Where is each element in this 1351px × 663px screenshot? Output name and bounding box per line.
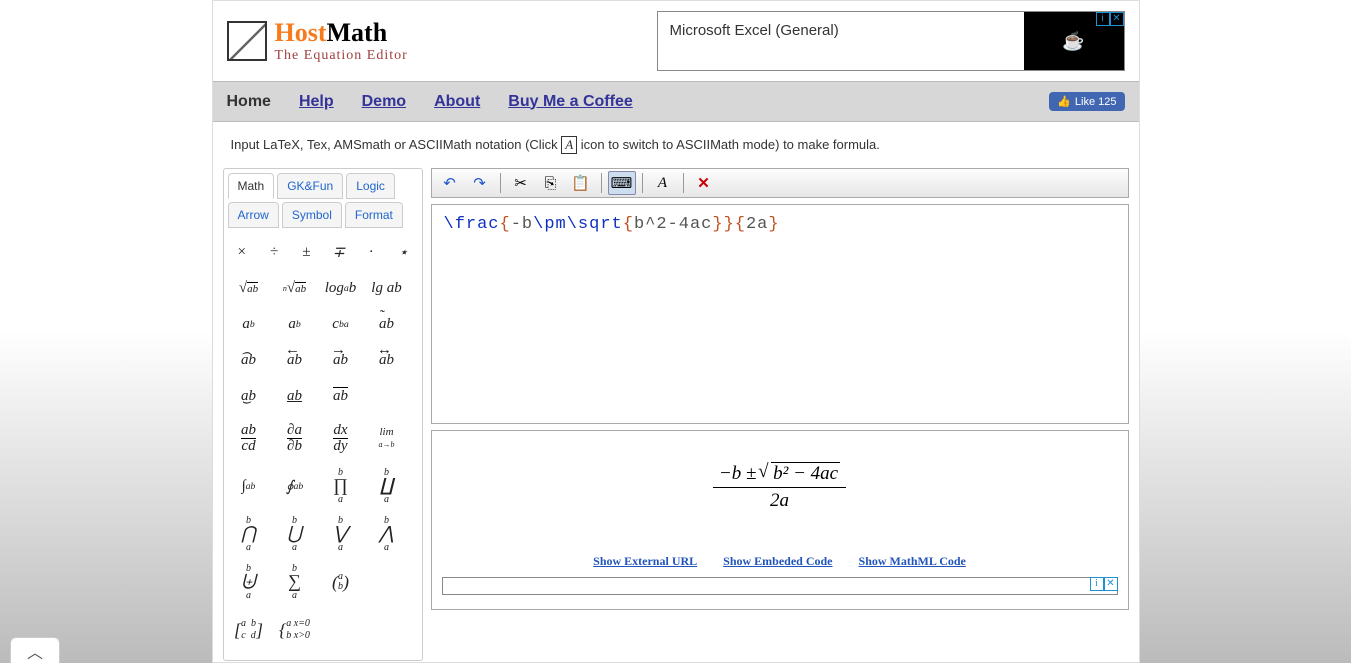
- show-embed-code-link[interactable]: Show Embeded Code: [723, 554, 832, 569]
- palette-symbol[interactable]: b∐a: [366, 464, 408, 508]
- logo-subtitle: The Equation Editor: [275, 48, 408, 64]
- palette-symbol[interactable]: b⋀a: [366, 512, 408, 556]
- cut-button[interactable]: ✂: [507, 171, 535, 195]
- palette-symbol[interactable]: b⋃a: [274, 512, 316, 556]
- show-external-url-link[interactable]: Show External URL: [593, 554, 697, 569]
- palette-symbol[interactable]: ab⌢: [228, 344, 270, 376]
- logo-host: Host: [275, 18, 327, 47]
- palette-symbol[interactable]: logab: [320, 272, 362, 304]
- tab-symbol[interactable]: Symbol: [282, 202, 342, 228]
- palette-symbol[interactable]: dxdy: [320, 416, 362, 460]
- input-mode-button[interactable]: ⌨: [608, 171, 636, 195]
- formula-preview: −b ± b² − 4ac 2a Show External URL Show …: [431, 430, 1129, 610]
- bottom-ad[interactable]: i✕: [442, 577, 1118, 595]
- copy-button[interactable]: ⎘: [537, 171, 565, 195]
- palette-symbol[interactable]: b∑a: [274, 560, 316, 604]
- palette-symbol[interactable]: (ab): [320, 560, 362, 604]
- fb-like-button[interactable]: 👍 Like 125: [1049, 92, 1124, 111]
- palette-symbol[interactable]: abcd: [228, 416, 270, 460]
- palette-symbol[interactable]: lima→b: [366, 416, 408, 460]
- palette-symbol[interactable]: n√ab: [274, 272, 316, 304]
- palette-symbol[interactable]: ∂a∂b: [274, 416, 316, 460]
- nav-home[interactable]: Home: [227, 93, 271, 111]
- palette-symbol[interactable]: cba: [320, 308, 362, 340]
- palette-symbol[interactable]: [366, 380, 408, 412]
- nav-bar: Home Help Demo About Buy Me a Coffee 👍 Li…: [213, 81, 1139, 122]
- ad-controls: i✕: [1096, 12, 1124, 26]
- ad-close-icon[interactable]: ✕: [1110, 12, 1124, 26]
- tab-format[interactable]: Format: [345, 202, 403, 228]
- notice-text: Input LaTeX, Tex, AMSmath or ASCIIMath n…: [213, 122, 1139, 168]
- nav-help[interactable]: Help: [299, 93, 334, 111]
- palette-symbol[interactable]: ·: [357, 236, 385, 268]
- palette-symbol[interactable]: [366, 560, 408, 604]
- logo-math: Math: [327, 18, 388, 47]
- palette-symbol[interactable]: ×: [228, 236, 256, 268]
- thumb-icon: 👍: [1057, 95, 1071, 108]
- palette-symbol[interactable]: √ab: [228, 272, 270, 304]
- palette-symbol[interactable]: [366, 608, 408, 652]
- palette-symbol[interactable]: ⋆: [389, 236, 417, 268]
- palette-symbol[interactable]: ∮ab: [274, 464, 316, 508]
- palette-symbol[interactable]: lg ab: [366, 272, 408, 304]
- palette-symbol[interactable]: ab: [228, 308, 270, 340]
- output-links: Show External URL Show Embeded Code Show…: [593, 554, 966, 569]
- rendered-formula: −b ± b² − 4ac 2a: [713, 461, 846, 514]
- undo-button[interactable]: ↶: [436, 171, 464, 195]
- header: HostMath The Equation Editor Microsoft E…: [213, 1, 1139, 81]
- show-mathml-link[interactable]: Show MathML Code: [859, 554, 966, 569]
- asciimath-mode-icon: A: [561, 136, 577, 154]
- header-ad[interactable]: Microsoft Excel (General) ☕ i✕: [657, 11, 1125, 71]
- ad-close-icon[interactable]: ✕: [1104, 577, 1118, 591]
- palette-symbol[interactable]: ab˜: [366, 308, 408, 340]
- palette-symbol[interactable]: [320, 608, 362, 652]
- nav-coffee[interactable]: Buy Me a Coffee: [508, 93, 632, 111]
- nav-demo[interactable]: Demo: [362, 93, 406, 111]
- logo-icon: [227, 21, 267, 61]
- ad-info-icon[interactable]: i: [1090, 577, 1104, 591]
- latex-input[interactable]: \frac{-b\pm\sqrt{b^2-4ac}}{2a}: [431, 204, 1129, 424]
- tab-logic[interactable]: Logic: [346, 173, 395, 199]
- symbol-palette-panel: Math GK&Fun Logic Arrow Symbol Format ×÷…: [223, 168, 423, 661]
- palette-symbol[interactable]: ∓: [324, 236, 352, 268]
- fb-like-label: Like 125: [1075, 96, 1117, 108]
- tab-arrow[interactable]: Arrow: [228, 202, 279, 228]
- palette-symbol[interactable]: ab: [274, 308, 316, 340]
- palette-symbol[interactable]: ab: [320, 380, 362, 412]
- ad-info-icon[interactable]: i: [1096, 12, 1110, 26]
- palette-symbol[interactable]: ±: [292, 236, 320, 268]
- redo-button[interactable]: ↷: [466, 171, 494, 195]
- palette-symbol[interactable]: b⋁a: [320, 512, 362, 556]
- nav-about[interactable]: About: [434, 93, 480, 111]
- logo[interactable]: HostMath The Equation Editor: [227, 18, 408, 64]
- paste-button[interactable]: 📋: [567, 171, 595, 195]
- palette-symbol[interactable]: ∫ab: [228, 464, 270, 508]
- clear-button[interactable]: ✕: [690, 171, 718, 195]
- palette-symbol[interactable]: b⋂a: [228, 512, 270, 556]
- palette-symbol[interactable]: ab↔: [366, 344, 408, 376]
- asciimath-toggle-button[interactable]: A: [649, 171, 677, 195]
- palette-symbol[interactable]: ÷: [260, 236, 288, 268]
- palette-symbol[interactable]: b⨄a: [228, 560, 270, 604]
- tab-math[interactable]: Math: [228, 173, 275, 199]
- palette-symbol[interactable]: ab⌣: [228, 380, 270, 412]
- scroll-top-button[interactable]: ︿: [10, 637, 60, 663]
- logo-text: HostMath The Equation Editor: [275, 18, 408, 64]
- palette-symbol[interactable]: ab←: [274, 344, 316, 376]
- palette-symbol[interactable]: [a bc d]: [228, 608, 270, 652]
- ad-text: Microsoft Excel (General): [658, 12, 1024, 70]
- palette-symbol[interactable]: ab: [274, 380, 316, 412]
- editor-toolbar: ↶ ↷ ✂ ⎘ 📋 ⌨ A ✕: [431, 168, 1129, 198]
- palette-symbol[interactable]: b∏a: [320, 464, 362, 508]
- palette-grid: ×÷±∓·⋆√abn√ablogablg abababcbaab˜ab⌢ab←a…: [224, 232, 422, 660]
- palette-tabs: Math GK&Fun Logic Arrow Symbol Format: [224, 169, 422, 232]
- palette-symbol[interactable]: {a x=0b x>0: [274, 608, 316, 652]
- palette-symbol[interactable]: ab→: [320, 344, 362, 376]
- tab-gkfun[interactable]: GK&Fun: [277, 173, 343, 199]
